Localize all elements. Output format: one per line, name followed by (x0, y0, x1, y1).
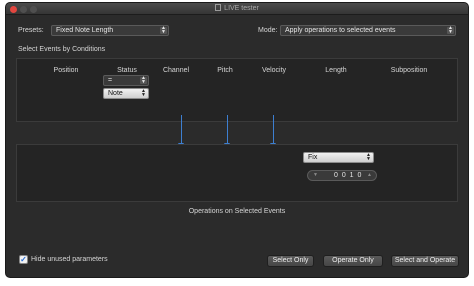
updown-arrows-icon: ▲ ▼ (140, 75, 147, 85)
conditions-heading: Select Events by Conditions (18, 46, 106, 53)
operations-panel (16, 144, 458, 202)
flow-line-channel (181, 115, 182, 145)
status-value: Note (108, 90, 123, 97)
updown-arrows-icon: ▲ ▼ (366, 152, 371, 162)
increment-icon[interactable]: ▲ (367, 171, 372, 180)
decrement-icon[interactable]: ▼ (313, 171, 318, 180)
updown-arrows-icon: ▲ ▼ (141, 88, 146, 98)
updown-arrows-icon: ▲ ▼ (447, 25, 454, 35)
column-length: Length (325, 67, 347, 74)
status-value-popup[interactable]: Note ▲ ▼ (103, 88, 149, 99)
length-operation-popup[interactable]: Fix ▲ ▼ (303, 152, 374, 163)
logic-transform-window: LIVE tester Presets: Fixed Note Length ▲… (6, 3, 468, 277)
column-velocity: Velocity (261, 67, 287, 74)
window-title: LIVE tester (6, 4, 468, 12)
presets-value: Fixed Note Length (56, 27, 114, 34)
select-only-button[interactable]: Select Only (267, 255, 314, 267)
window-title-text: LIVE tester (224, 5, 259, 12)
status-operator-value: = (108, 77, 113, 84)
mode-value: Apply operations to selected events (285, 27, 396, 34)
select-and-operate-button[interactable]: Select and Operate (391, 255, 459, 267)
mode-label: Mode: (258, 27, 278, 34)
operate-only-button[interactable]: Operate Only (323, 255, 383, 267)
length-operation-value: Fix (308, 154, 318, 161)
document-icon (215, 4, 222, 11)
presets-label: Presets: (18, 27, 44, 34)
hide-unused-checkbox[interactable]: ✓ (19, 255, 28, 264)
updown-arrows-icon: ▲ ▼ (160, 25, 167, 35)
mode-popup[interactable]: Apply operations to selected events ▲ ▼ (280, 25, 456, 36)
status-operator-popup[interactable]: = ▲ ▼ (103, 75, 149, 86)
flow-line-velocity (273, 115, 274, 145)
title-bar[interactable]: LIVE tester (6, 3, 468, 15)
flow-line-pitch (227, 115, 228, 145)
length-value: 0 0 1 0 (334, 172, 363, 179)
column-position: Position (53, 67, 79, 74)
length-value-stepper[interactable]: ▼ 0 0 1 0 ▲ (307, 170, 377, 181)
presets-popup[interactable]: Fixed Note Length ▲ ▼ (51, 25, 169, 36)
operations-heading: Operations on Selected Events (188, 208, 286, 215)
hide-unused-label: Hide unused parameters (31, 256, 108, 263)
column-subposition: Subposition (390, 67, 428, 74)
